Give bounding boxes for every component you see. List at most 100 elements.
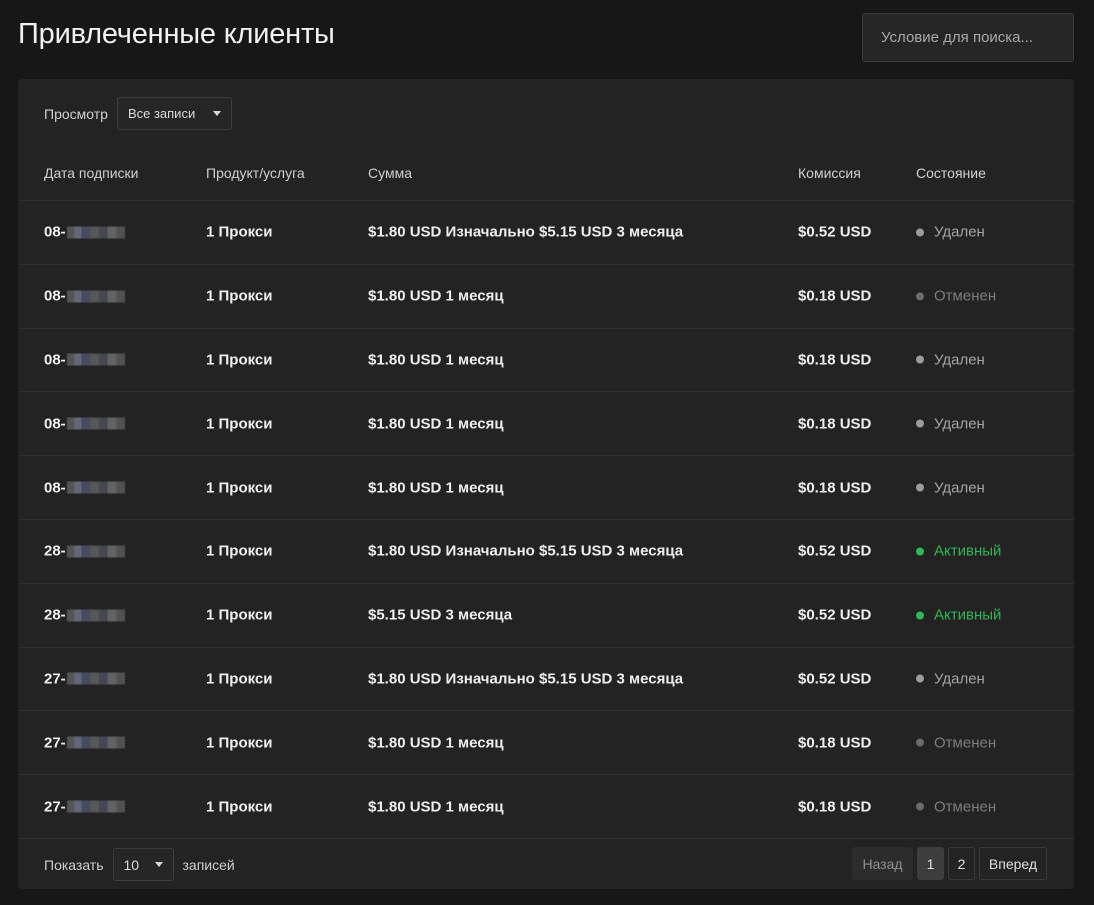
table-row: 28- 1 Прокси $1.80 USD Изначально $5.15 US…	[18, 518, 1074, 583]
redacted-date	[66, 481, 125, 494]
status-badge: Удален	[916, 224, 985, 241]
status-dot-icon	[916, 355, 924, 364]
page-size-select[interactable]: 10	[112, 848, 174, 881]
table-row: 28- 1 Прокси $5.15 USD 3 месяца $0.52 USD Ак…	[18, 582, 1074, 647]
table-row: 08- 1 Прокси $1.80 USD 1 месяц $0.18 USD Уда…	[18, 455, 1074, 519]
status-label: Удален	[934, 670, 985, 688]
status-badge: Активный	[916, 543, 1001, 560]
date-prefix: 08-	[44, 351, 66, 369]
status-dot-icon	[916, 611, 924, 620]
status-label: Отменен	[934, 287, 997, 305]
redacted-date	[66, 353, 125, 366]
column-header-product[interactable]: Продукт/услуга	[206, 165, 305, 181]
date-cell: 27-	[44, 798, 125, 815]
status-label: Удален	[934, 415, 985, 433]
date-prefix: 27-	[44, 670, 66, 688]
commission-cell: $0.52 USD	[798, 606, 872, 624]
view-select[interactable]: Все записи	[116, 97, 232, 130]
column-header-status[interactable]: Состояние	[916, 165, 986, 181]
status-label: Удален	[934, 351, 985, 369]
status-dot-icon	[916, 228, 924, 237]
redacted-date	[66, 545, 125, 558]
date-prefix: 08-	[44, 479, 66, 497]
date-prefix: 27-	[44, 798, 66, 816]
date-cell: 08-	[44, 351, 125, 368]
amount-cell: $1.80 USD 1 месяц	[368, 415, 504, 433]
prev-page-button[interactable]: Назад	[852, 847, 913, 880]
commission-cell: $0.52 USD	[798, 542, 872, 560]
amount-cell: $1.80 USD 1 месяц	[368, 479, 504, 497]
table-row: 08- 1 Прокси $1.80 USD 1 месяц $0.18 USD Уда…	[18, 327, 1074, 392]
table-row: 27- 1 Прокси $1.80 USD Изначально $5.15 US…	[18, 646, 1074, 711]
product-cell: 1 Прокси	[206, 351, 273, 369]
status-label: Удален	[934, 479, 985, 497]
amount-cell: $1.80 USD 1 месяц	[368, 734, 504, 752]
search-input[interactable]	[862, 13, 1074, 62]
status-dot-icon	[916, 547, 924, 556]
date-cell: 08-	[44, 415, 125, 432]
commission-cell: $0.52 USD	[798, 223, 872, 241]
chevron-down-icon	[212, 111, 221, 116]
table-row: 27- 1 Прокси $1.80 USD 1 месяц $0.18 USD Отм…	[18, 774, 1074, 838]
date-cell: 28-	[44, 543, 125, 560]
status-badge: Отменен	[916, 798, 996, 815]
date-cell: 08-	[44, 224, 125, 241]
page-2-button[interactable]: 2	[948, 847, 975, 880]
next-page-button[interactable]: Вперед	[979, 847, 1047, 880]
commission-cell: $0.18 USD	[798, 287, 872, 305]
page-title: Привлеченные клиенты	[18, 18, 335, 50]
date-cell: 08-	[44, 288, 125, 305]
commission-cell: $0.18 USD	[798, 351, 872, 369]
column-header-amount[interactable]: Сумма	[368, 165, 412, 181]
date-cell: 28-	[44, 607, 125, 624]
date-prefix: 28-	[44, 542, 66, 560]
date-prefix: 27-	[44, 734, 66, 752]
show-label: Показать	[44, 856, 104, 873]
product-cell: 1 Прокси	[206, 223, 273, 241]
view-filter: Просмотр Все записи	[44, 97, 232, 130]
status-label: Удален	[934, 223, 985, 241]
date-cell: 27-	[44, 734, 125, 751]
product-cell: 1 Прокси	[206, 287, 273, 305]
status-label: Активный	[934, 606, 1002, 624]
table-row: 08- 1 Прокси $1.80 USD Изначально $5.15 US…	[18, 200, 1074, 264]
date-prefix: 08-	[44, 415, 66, 433]
status-badge: Отменен	[916, 288, 996, 305]
commission-cell: $0.18 USD	[798, 415, 872, 433]
amount-cell: $1.80 USD 1 месяц	[368, 287, 504, 305]
clients-panel: Просмотр Все записи Дата подписки Продук…	[18, 79, 1074, 889]
status-dot-icon	[916, 483, 924, 492]
status-badge: Удален	[916, 415, 985, 432]
amount-cell: $1.80 USD Изначально $5.15 USD 3 месяца	[368, 670, 684, 688]
records-label: записей	[182, 856, 235, 873]
product-cell: 1 Прокси	[206, 542, 273, 560]
date-prefix: 08-	[44, 223, 66, 241]
product-cell: 1 Прокси	[206, 606, 273, 624]
view-label: Просмотр	[44, 105, 108, 122]
status-badge: Активный	[916, 607, 1001, 624]
column-header-date[interactable]: Дата подписки	[44, 165, 138, 181]
redacted-date	[66, 800, 125, 813]
table-body: 08- 1 Прокси $1.80 USD Изначально $5.15 US…	[18, 200, 1074, 838]
status-dot-icon	[916, 292, 924, 301]
page-1-button[interactable]: 1	[917, 847, 944, 880]
status-label: Активный	[934, 542, 1002, 560]
status-dot-icon	[916, 802, 924, 811]
redacted-date	[66, 609, 125, 622]
page-size-value: 10	[123, 856, 140, 873]
status-badge: Отменен	[916, 734, 996, 751]
status-badge: Удален	[916, 670, 985, 687]
commission-cell: $0.52 USD	[798, 670, 872, 688]
amount-cell: $1.80 USD 1 месяц	[368, 351, 504, 369]
amount-cell: $1.80 USD Изначально $5.15 USD 3 месяца	[368, 223, 684, 241]
redacted-date	[66, 290, 125, 303]
date-cell: 27-	[44, 670, 125, 687]
product-cell: 1 Прокси	[206, 415, 273, 433]
column-header-commission[interactable]: Комиссия	[798, 165, 861, 181]
status-dot-icon	[916, 738, 924, 747]
redacted-date	[66, 226, 125, 239]
product-cell: 1 Прокси	[206, 670, 273, 688]
table-row: 08- 1 Прокси $1.80 USD 1 месяц $0.18 USD Отм…	[18, 263, 1074, 328]
table-header: Дата подписки Продукт/услуга Сумма Комис…	[18, 165, 1074, 201]
date-cell: 08-	[44, 479, 125, 496]
